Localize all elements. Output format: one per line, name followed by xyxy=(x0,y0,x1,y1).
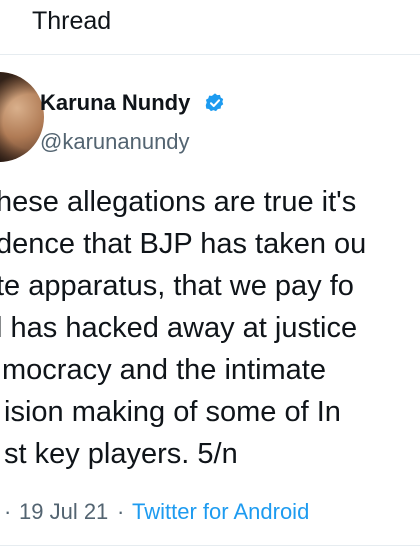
tweet-text-line: ision making of some of In xyxy=(4,396,341,428)
thread-page: Thread Karuna Nundy @karunanundy hese al… xyxy=(0,0,420,560)
tweet-text: hese allegations are true it's dence tha… xyxy=(0,184,420,484)
author-display-name[interactable]: Karuna Nundy xyxy=(40,88,190,118)
tweet-date[interactable]: 19 Jul 21 xyxy=(19,496,108,528)
author-handle[interactable]: @karunanundy xyxy=(40,127,190,157)
avatar[interactable] xyxy=(0,72,44,162)
tweet-source-link[interactable]: Twitter for Android xyxy=(132,496,309,528)
tweet-text-line: dence that BJP has taken ou xyxy=(0,228,367,260)
avatar-image xyxy=(0,72,44,162)
tweet-text-line: st key players. 5/n xyxy=(4,438,238,470)
tweet-text-line: hese allegations are true it's xyxy=(0,186,357,218)
tweet-text-line: mocracy and the intimate xyxy=(2,354,326,386)
tweet-text-line: l has hacked away at justice xyxy=(0,312,358,344)
meta-divider xyxy=(0,545,420,546)
tweet-meta: · 19 Jul 21 · Twitter for Android xyxy=(0,496,420,528)
verified-badge-icon xyxy=(205,93,224,112)
tweet-text-line: te apparatus, that we pay fo xyxy=(0,270,354,302)
header-divider xyxy=(0,54,420,55)
meta-separator: · xyxy=(4,499,12,524)
meta-separator: · xyxy=(117,499,125,524)
page-title: Thread xyxy=(32,7,112,35)
